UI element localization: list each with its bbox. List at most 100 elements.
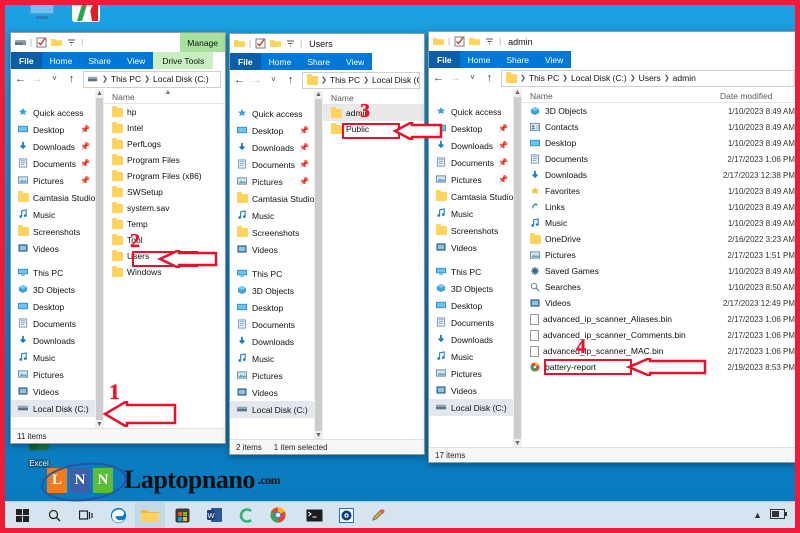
sidebar-item-pictures-pc[interactable]: Pictures	[429, 365, 513, 382]
sidebar-item-videos[interactable]: Videos	[11, 240, 95, 257]
table-row[interactable]: Saved Games 1/10/2023 8:49 AM	[522, 263, 795, 279]
pin-icon[interactable]: 📌	[80, 142, 90, 151]
pin-icon[interactable]: 📌	[80, 176, 90, 185]
back-button[interactable]: ←	[433, 72, 444, 84]
tab-home[interactable]: Home	[260, 53, 300, 70]
up-button[interactable]: ↑	[66, 73, 77, 85]
sidebar-item-local-disk-c[interactable]: Local Disk (C:)	[11, 400, 95, 417]
table-row-admin[interactable]: admin	[323, 105, 424, 121]
file-explorer-button[interactable]	[135, 502, 165, 528]
table-row[interactable]: Downloads 2/17/2023 12:38 PM	[522, 167, 795, 183]
pin-icon[interactable]: 📌	[498, 124, 508, 133]
table-row[interactable]: PerfLogs	[104, 136, 225, 152]
tab-view[interactable]: View	[537, 51, 572, 68]
table-row[interactable]: system.sav	[104, 200, 225, 216]
tab-home[interactable]: Home	[41, 52, 81, 69]
sidebar-item-downloads[interactable]: Downloads 📌	[11, 138, 95, 155]
table-row[interactable]: Contacts 1/10/2023 8:49 AM	[522, 119, 795, 135]
breadcrumb-local-disk[interactable]: Local Disk (C:)	[153, 74, 209, 84]
scroll-up-arrow[interactable]: ▲	[514, 89, 521, 96]
nav-quick-access[interactable]: Quick access	[11, 104, 95, 121]
window1-file-list[interactable]: Name ▲ hp Intel PerfLogs Program Files P…	[104, 89, 225, 428]
sidebar-item-desktop[interactable]: Desktop 📌	[429, 120, 513, 137]
sidebar-item-camtasia-studio[interactable]: Camtasia Studio	[11, 189, 95, 206]
column-name[interactable]: Name	[323, 93, 424, 103]
pin-icon[interactable]: 📌	[299, 143, 309, 152]
sidebar-item-downloads-pc[interactable]: Downloads	[429, 331, 513, 348]
back-button[interactable]: ←	[15, 73, 26, 85]
sidebar-item-music-pc[interactable]: Music	[230, 350, 314, 367]
table-row[interactable]: Intel	[104, 120, 225, 136]
sidebar-item-camtasia-studio[interactable]: Camtasia Studio	[230, 190, 314, 207]
sidebar-item-pictures[interactable]: Pictures 📌	[11, 172, 95, 189]
tab-file[interactable]: File	[230, 53, 261, 70]
show-hidden-icons-button[interactable]: ▲	[753, 510, 762, 520]
properties-icon[interactable]	[255, 38, 266, 49]
window3-address-bar[interactable]: ← → ˅ ↑ ❯ This PC ❯ Local Disk (C:) ❯ Us…	[429, 68, 795, 89]
table-row[interactable]: 3D Objects 1/10/2023 8:49 AM	[522, 103, 795, 119]
sidebar-item-pictures-pc[interactable]: Pictures	[11, 366, 95, 383]
recent-locations-button[interactable]: ˅	[49, 75, 60, 83]
sidebar-item-videos[interactable]: Videos	[429, 239, 513, 256]
properties-icon[interactable]	[454, 36, 465, 47]
sidebar-item-videos[interactable]: Videos	[230, 241, 314, 258]
sidebar-item-desktop-pc[interactable]: Desktop	[11, 298, 95, 315]
paint-button[interactable]	[363, 502, 393, 528]
sidebar-item-videos-pc[interactable]: Videos	[11, 383, 95, 400]
table-row[interactable]: Windows	[104, 264, 225, 280]
table-row-battery-report[interactable]: battery-report 2/19/2023 8:53 PM	[522, 359, 795, 375]
window2-breadcrumb[interactable]: ❯ This PC ❯ Local Disk (C:) ❯	[302, 71, 420, 89]
forward-button[interactable]: →	[32, 73, 43, 85]
sidebar-item-3d-objects[interactable]: 3D Objects	[429, 280, 513, 297]
window1-nav-pane[interactable]: Quick access Desktop 📌 Downloads 📌 Documen…	[11, 90, 95, 428]
sidebar-item-local-disk-c[interactable]: Local Disk (C:)	[230, 401, 314, 418]
window3-breadcrumb[interactable]: ❯ This PC ❯ Local Disk (C:) ❯ Users ❯ ad…	[501, 69, 795, 87]
sidebar-item-desktop-pc[interactable]: Desktop	[230, 299, 314, 316]
table-row[interactable]: Pictures 2/17/2023 1:51 PM	[522, 247, 795, 263]
pin-icon[interactable]: 📌	[80, 159, 90, 168]
sidebar-item-pictures[interactable]: Pictures 📌	[230, 173, 314, 190]
sidebar-item-local-disk-c[interactable]: Local Disk (C:)	[429, 399, 513, 416]
sidebar-item-videos-pc[interactable]: Videos	[429, 382, 513, 399]
window3-column-header[interactable]: Name Date modified	[522, 89, 795, 103]
scroll-down-arrow[interactable]: ▼	[315, 432, 322, 439]
tab-file[interactable]: File	[11, 52, 42, 69]
scroll-up-arrow[interactable]: ▲	[96, 90, 103, 97]
table-row[interactable]: Documents 2/17/2023 1:06 PM	[522, 151, 795, 167]
sidebar-item-documents-pc[interactable]: Documents	[11, 315, 95, 332]
table-row[interactable]: SWSetup	[104, 184, 225, 200]
pin-icon[interactable]: 📌	[299, 126, 309, 135]
up-button[interactable]: ↑	[484, 72, 495, 84]
table-row[interactable]: Tool	[104, 232, 225, 248]
back-button[interactable]: ←	[234, 74, 245, 86]
window2-titlebar[interactable]: | | Users	[230, 34, 424, 53]
scroll-down-arrow[interactable]: ▼	[514, 440, 521, 447]
column-date-modified[interactable]: Date modified	[712, 91, 772, 101]
new-folder-icon[interactable]	[469, 36, 481, 47]
tab-drive-tools[interactable]: Drive Tools	[153, 52, 214, 69]
word-button[interactable]: W	[199, 502, 229, 528]
pin-icon[interactable]: 📌	[80, 125, 90, 134]
table-row-users[interactable]: Users	[104, 248, 225, 264]
sidebar-item-screenshots[interactable]: Screenshots	[429, 222, 513, 239]
nav-quick-access[interactable]: Quick access	[230, 105, 314, 122]
nav-this-pc[interactable]: This PC	[429, 263, 513, 280]
window1-breadcrumb[interactable]: ❯ This PC ❯ Local Disk (C:)	[83, 70, 221, 88]
pin-icon[interactable]: 📌	[299, 160, 309, 169]
tab-share[interactable]: Share	[498, 51, 538, 68]
sidebar-item-screenshots[interactable]: Screenshots	[230, 224, 314, 241]
sidebar-item-documents[interactable]: Documents 📌	[11, 155, 95, 172]
sidebar-item-desktop[interactable]: Desktop 📌	[11, 121, 95, 138]
window3-titlebar[interactable]: | | admin	[429, 32, 795, 51]
store-button[interactable]	[167, 502, 197, 528]
recent-locations-button[interactable]: ˅	[268, 76, 279, 84]
recent-locations-button[interactable]: ˅	[467, 74, 478, 82]
terminal-button[interactable]	[299, 502, 329, 528]
table-row-public[interactable]: Public	[323, 121, 424, 137]
nav-pane-scrollbar[interactable]: ▲ ▼	[95, 90, 104, 428]
nav-pane-scrollbar[interactable]: ▲ ▼	[314, 91, 323, 439]
tab-file[interactable]: File	[429, 51, 460, 68]
table-row[interactable]: Links 1/10/2023 8:49 AM	[522, 199, 795, 215]
scroll-up-arrow[interactable]: ▲	[315, 91, 322, 98]
scrollbar-thumb[interactable]	[514, 97, 521, 439]
